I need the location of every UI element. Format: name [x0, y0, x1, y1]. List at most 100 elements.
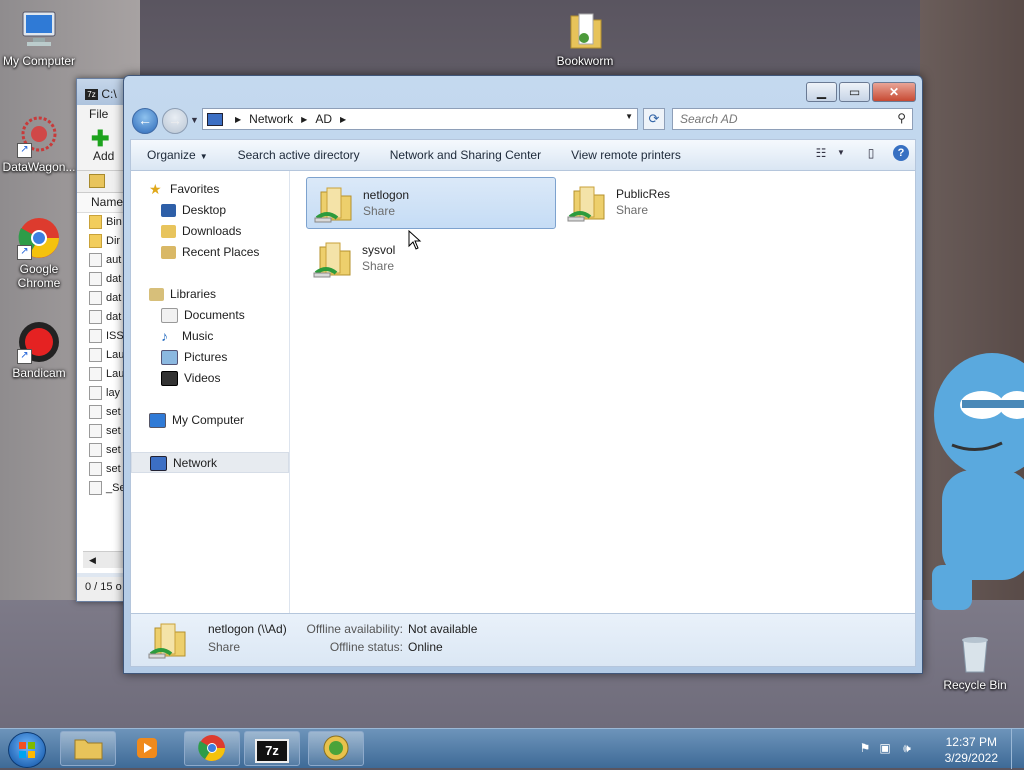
- desktop-icon-recycle-bin[interactable]: Recycle Bin: [936, 632, 1014, 692]
- computer-icon: [17, 8, 61, 52]
- network-sharing-center-button[interactable]: Network and Sharing Center: [374, 148, 541, 162]
- up-folder-icon: [89, 174, 105, 188]
- file-icon: [89, 253, 102, 268]
- clock-date: 3/29/2022: [944, 751, 998, 765]
- desktop-icon-label: Bandicam: [12, 366, 66, 380]
- shortcut-arrow-icon: ↗: [17, 143, 32, 158]
- item-type: Share: [363, 204, 396, 218]
- wallpaper-character: [932, 353, 1024, 610]
- desktop-icon: [161, 204, 176, 218]
- documents-icon: [161, 308, 178, 324]
- bookworm-icon: [323, 735, 349, 761]
- system-tray: ⚑ ▣ 🕪 12:37 PM 3/29/2022: [854, 729, 1024, 769]
- file-icon: [89, 405, 102, 420]
- organize-button[interactable]: Organize ▼: [131, 148, 208, 162]
- nav-my-computer[interactable]: My Computer: [131, 410, 307, 431]
- view-options-chevron-icon[interactable]: ▼: [833, 145, 849, 161]
- change-view-icon[interactable]: ☷: [813, 145, 829, 161]
- explorer-body: ★ Favorites Desktop Downloads Recent Plac…: [130, 171, 916, 614]
- search-active-directory-button[interactable]: Search active directory: [222, 148, 360, 162]
- address-dropdown-icon[interactable]: ▼: [625, 112, 633, 121]
- recent-pages-dropdown[interactable]: ▼: [190, 115, 199, 125]
- file-icon: [89, 291, 102, 306]
- refresh-button[interactable]: ⟳: [643, 108, 665, 130]
- show-desktop-button[interactable]: [1011, 729, 1024, 769]
- offline-availability-value: Not available: [408, 622, 478, 636]
- details-type: Share: [208, 640, 241, 654]
- back-button[interactable]: ←: [132, 108, 158, 134]
- recycle-bin-icon: [953, 632, 997, 676]
- star-icon: ★: [149, 181, 162, 198]
- breadcrumb-separator-icon[interactable]: ▶: [301, 115, 307, 124]
- shortcut-arrow-icon: ↗: [17, 245, 32, 260]
- desktop-icon-my-computer[interactable]: My Computer: [0, 8, 78, 68]
- preview-pane-icon[interactable]: ▯: [863, 145, 879, 161]
- share-item-publicres[interactable]: PublicRes Share: [560, 177, 810, 229]
- shared-folder-icon: [313, 242, 351, 278]
- minimize-button[interactable]: ▁: [806, 82, 837, 102]
- details-name: netlogon (\\Ad): [208, 622, 287, 636]
- file-icon: [89, 367, 102, 382]
- breadcrumb-separator-icon[interactable]: ▶: [340, 115, 346, 124]
- taskbar-chrome-button[interactable]: [184, 731, 240, 766]
- window-controls: ▁ ▭ ✕: [804, 82, 916, 102]
- offline-status-value: Online: [408, 640, 443, 654]
- scroll-left-arrow-icon[interactable]: ◀: [89, 555, 96, 565]
- search-placeholder: Search AD: [680, 112, 738, 126]
- file-icon: [89, 348, 102, 363]
- breadcrumb-separator-icon[interactable]: ▶: [235, 115, 241, 124]
- close-button[interactable]: ✕: [872, 82, 916, 102]
- share-item-netlogon[interactable]: netlogon Share: [306, 177, 556, 229]
- folder-icon: [563, 8, 607, 52]
- taskbar-7zip-button[interactable]: 7z: [244, 731, 300, 766]
- item-type: Share: [362, 259, 395, 273]
- desktop-icon-label: DataWagon...: [2, 160, 76, 174]
- file-icon: [89, 329, 102, 344]
- sevenzip-title: C:\: [101, 87, 117, 101]
- maximize-button[interactable]: ▭: [839, 82, 870, 102]
- pictures-icon: [161, 350, 178, 366]
- folder-icon: [74, 739, 103, 760]
- desktop-icon-google-chrome[interactable]: ↗ Google Chrome: [0, 216, 78, 290]
- share-item-sysvol[interactable]: sysvol Share: [306, 233, 556, 285]
- clock-time: 12:37 PM: [945, 735, 997, 749]
- nav-libraries[interactable]: Libraries: [131, 284, 307, 305]
- taskbar: 7z ⚑ ▣ 🕪 12:37 PM 3/29/2022: [0, 728, 1024, 769]
- start-button[interactable]: [8, 732, 46, 768]
- libraries-icon: [149, 288, 164, 302]
- desktop-icon-datawagon[interactable]: ↗ DataWagon...: [0, 114, 78, 174]
- desktop-icon-bandicam[interactable]: ↗ Bandicam: [0, 320, 78, 380]
- volume-icon[interactable]: 🕪: [900, 741, 914, 755]
- media-player-icon: [137, 738, 157, 758]
- item-type: Share: [616, 203, 649, 217]
- file-icon: [89, 481, 102, 496]
- downloads-folder-icon: [161, 225, 176, 239]
- desktop-icon-bookworm[interactable]: Bookworm: [546, 8, 624, 68]
- recent-places-icon: [161, 246, 176, 260]
- taskbar-media-player-button[interactable]: [121, 731, 177, 766]
- navigation-pane[interactable]: ★ Favorites Desktop Downloads Recent Plac…: [131, 171, 290, 613]
- folder-icon: [89, 215, 102, 230]
- breadcrumb-network[interactable]: Network: [249, 112, 293, 126]
- nav-network[interactable]: Network: [131, 452, 289, 473]
- file-icon: [89, 424, 102, 439]
- item-name: netlogon: [363, 188, 410, 202]
- clock[interactable]: 12:37 PM 3/29/2022: [945, 734, 998, 766]
- action-center-flag-icon[interactable]: ⚑: [858, 741, 872, 755]
- taskbar-explorer-button[interactable]: [60, 731, 116, 766]
- taskbar-bookworm-button[interactable]: [308, 731, 364, 766]
- nav-favorites[interactable]: ★ Favorites: [131, 179, 307, 200]
- item-name: PublicRes: [616, 187, 671, 201]
- forward-button[interactable]: →: [162, 108, 188, 134]
- view-remote-printers-button[interactable]: View remote printers: [555, 148, 681, 162]
- network-location-icon: [207, 112, 223, 126]
- search-input[interactable]: Search AD ⚲: [672, 108, 913, 130]
- network-icon: [150, 456, 167, 472]
- explorer-window[interactable]: ▁ ▭ ✕ ← → ▼ ▶ Network ▶ AD ▶ ▼ ⟳ Search …: [123, 75, 923, 674]
- file-view[interactable]: netlogon Share PublicRes Share sysvol Sh…: [290, 171, 915, 613]
- address-bar[interactable]: ▶ Network ▶ AD ▶ ▼: [202, 108, 638, 130]
- network-status-icon[interactable]: ▣: [878, 741, 892, 755]
- breadcrumb-ad[interactable]: AD: [315, 112, 332, 126]
- help-icon[interactable]: ?: [893, 145, 909, 161]
- search-icon[interactable]: ⚲: [897, 111, 906, 125]
